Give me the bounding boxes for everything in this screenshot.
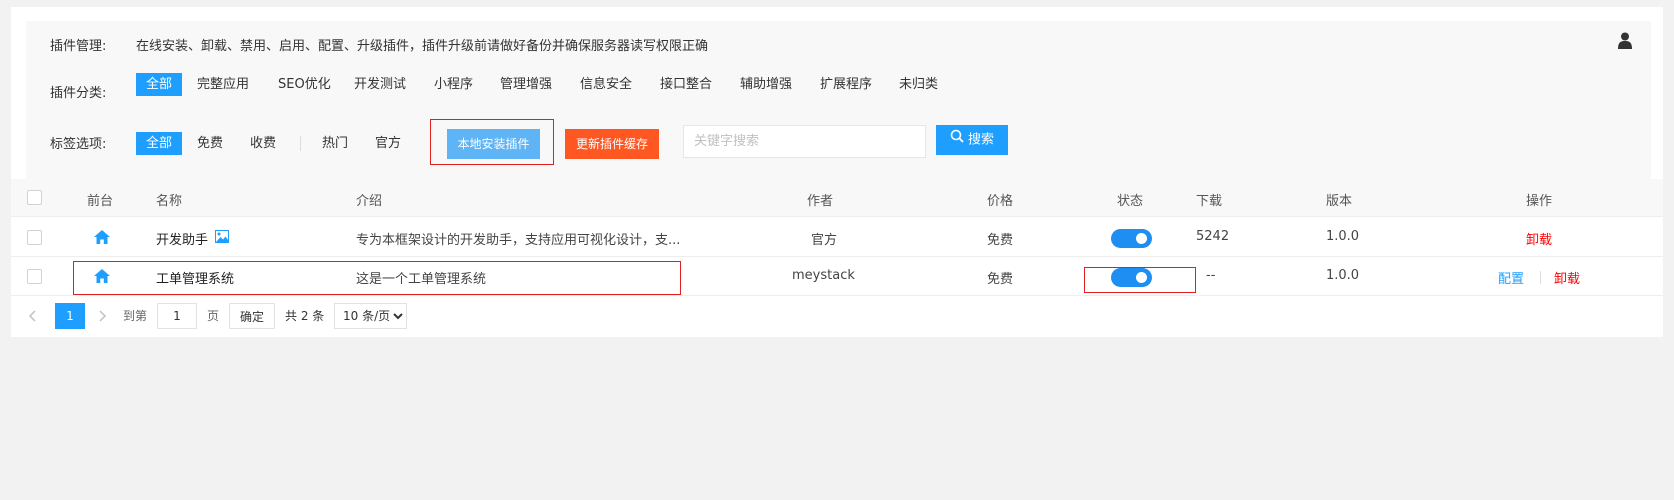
category-dev-test[interactable]: 开发测试 [354, 73, 406, 96]
next-page-icon[interactable] [97, 303, 107, 329]
select-all-checkbox[interactable] [27, 190, 42, 205]
tag-divider [300, 136, 301, 151]
highlight-box-row [73, 261, 681, 295]
plugin-author: 官方 [811, 233, 838, 248]
local-install-button[interactable]: 本地安装插件 [447, 129, 540, 159]
category-uncategorized[interactable]: 未归类 [899, 73, 938, 96]
home-icon[interactable] [94, 230, 110, 248]
keyword-search-input[interactable] [683, 125, 926, 158]
page-number-current[interactable]: 1 [55, 303, 85, 329]
col-actions: 操作 [1526, 194, 1553, 209]
col-author: 作者 [807, 194, 834, 209]
plugin-price: 免费 [987, 272, 1014, 287]
col-status: 状态 [1117, 194, 1144, 209]
tag-label: 标签选项: [50, 137, 107, 152]
uninstall-link[interactable]: 卸载 [1526, 229, 1552, 248]
search-button[interactable]: 搜索 [936, 125, 1008, 155]
category-full-app[interactable]: 完整应用 [197, 73, 249, 96]
table-row: 开发助手 专为本框架设计的开发助手，支持应用可视化设计，支... 官方 免费 5… [11, 218, 1663, 257]
action-divider [1540, 271, 1541, 284]
col-name: 名称 [156, 194, 183, 209]
goto-page-input[interactable] [157, 303, 197, 329]
config-link[interactable]: 配置 [1498, 268, 1524, 287]
col-intro: 介绍 [356, 194, 383, 209]
col-version: 版本 [1326, 194, 1353, 209]
refresh-cache-button[interactable]: 更新插件缓存 [565, 129, 659, 159]
tag-free[interactable]: 免费 [197, 132, 223, 155]
search-button-label: 搜索 [967, 132, 994, 148]
plugin-downloads: -- [1206, 268, 1216, 283]
plugin-version: 1.0.0 [1326, 229, 1360, 244]
plugin-intro: 专为本框架设计的开发助手，支持应用可视化设计，支... [356, 233, 681, 248]
plugin-name: 开发助手 [156, 233, 209, 248]
image-icon [215, 230, 229, 247]
category-mini-program[interactable]: 小程序 [434, 73, 473, 96]
goto-confirm-button[interactable]: 确定 [229, 303, 275, 329]
category-label: 插件分类: [50, 86, 107, 101]
plugin-author: meystack [792, 268, 855, 283]
user-icon[interactable] [1618, 32, 1632, 53]
tag-official[interactable]: 官方 [375, 132, 401, 155]
highlight-box-status [1084, 267, 1196, 293]
panel-top-padding [11, 7, 1663, 21]
category-api-integration[interactable]: 接口整合 [660, 73, 712, 96]
tag-all[interactable]: 全部 [136, 132, 183, 155]
category-seo[interactable]: SEO优化 [278, 73, 331, 96]
prev-page-icon[interactable] [28, 303, 38, 329]
col-downloads: 下载 [1196, 194, 1223, 209]
uninstall-link[interactable]: 卸载 [1554, 268, 1580, 287]
table-header: 前台 名称 介绍 作者 价格 状态 下载 版本 操作 [11, 179, 1663, 217]
search-icon [950, 125, 964, 155]
goto-label: 到第 [123, 309, 148, 323]
category-security[interactable]: 信息安全 [580, 73, 632, 96]
tag-hot[interactable]: 热门 [322, 132, 348, 155]
col-price: 价格 [987, 194, 1014, 209]
tag-paid[interactable]: 收费 [250, 132, 276, 155]
category-extensions[interactable]: 扩展程序 [820, 73, 872, 96]
total-count: 共 2 条 [285, 309, 325, 323]
toggle-knob [1136, 233, 1147, 244]
category-aux-enhance[interactable]: 辅助增强 [740, 73, 792, 96]
page-size-select[interactable]: 10 条/页 [334, 303, 407, 329]
plugin-mgmt-label: 插件管理: [50, 39, 107, 54]
plugin-version: 1.0.0 [1326, 268, 1360, 283]
category-all[interactable]: 全部 [136, 73, 183, 96]
plugin-mgmt-desc: 在线安装、卸载、禁用、启用、配置、升级插件，插件升级前请做好备份并确保服务器读写… [136, 39, 709, 54]
status-toggle[interactable] [1111, 229, 1152, 248]
page-unit-label: 页 [207, 309, 220, 323]
row-checkbox[interactable] [27, 269, 42, 284]
row-checkbox[interactable] [27, 230, 42, 245]
col-frontend: 前台 [87, 194, 114, 209]
category-admin-enhance[interactable]: 管理增强 [500, 73, 552, 96]
plugin-downloads: 5242 [1196, 229, 1230, 244]
plugin-price: 免费 [987, 233, 1014, 248]
